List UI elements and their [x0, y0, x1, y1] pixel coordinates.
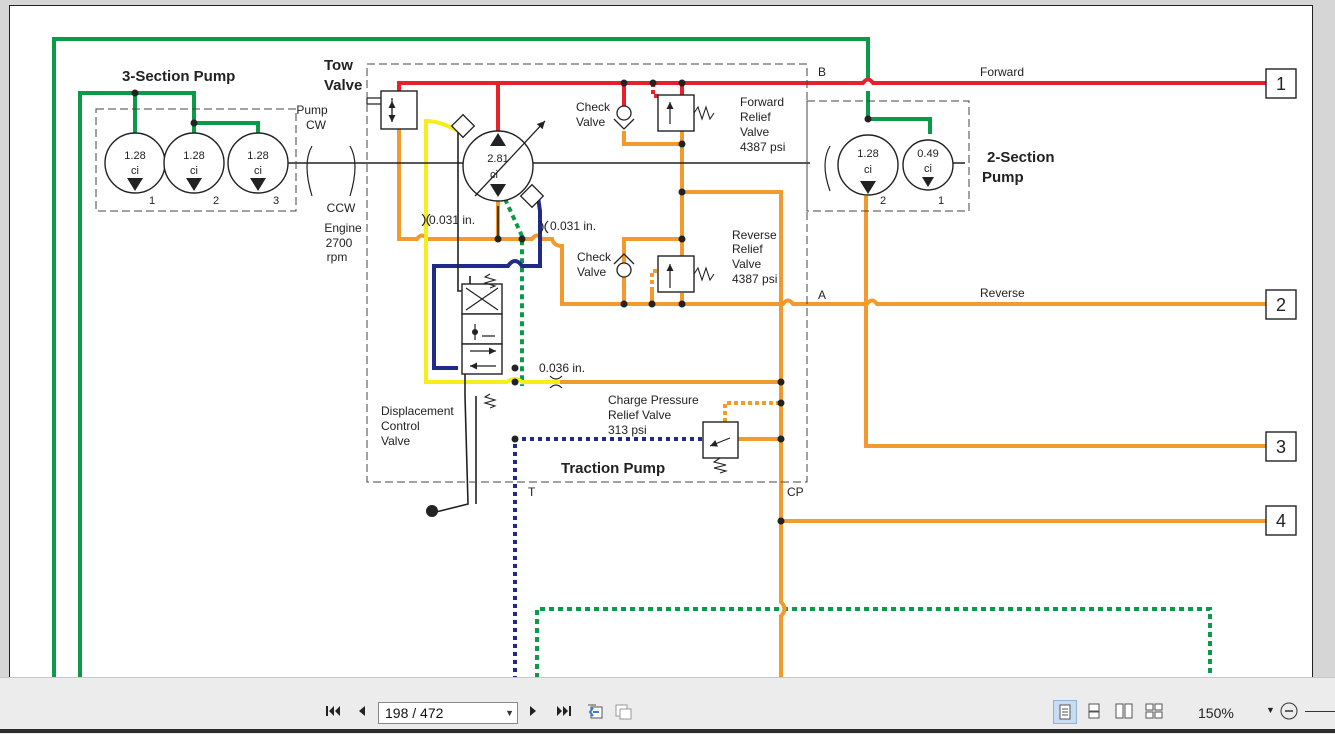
svg-text:ci: ci [490, 169, 498, 181]
svg-text:ci: ci [131, 165, 139, 177]
svg-text:Valve: Valve [740, 125, 769, 139]
svg-text:CP: CP [787, 485, 804, 499]
svg-text:Engine: Engine [324, 221, 362, 235]
svg-text:rpm: rpm [327, 250, 348, 264]
go-back-icon[interactable] [584, 700, 606, 722]
single-page-icon[interactable] [1053, 700, 1077, 724]
charge-relief-valve [702, 421, 739, 474]
document-viewer[interactable]: 1.28 ci 1.28 ci 1.28 ci 1 2 3 3-Section … [0, 0, 1335, 677]
svg-text:2: 2 [1276, 295, 1286, 315]
forward-relief-valve [657, 94, 715, 132]
svg-text:CW: CW [306, 118, 327, 132]
zoom-out-icon[interactable] [1278, 700, 1300, 722]
last-page-icon[interactable] [553, 700, 575, 722]
svg-text:Valve: Valve [577, 265, 606, 279]
svg-text:4387 psi: 4387 psi [732, 272, 777, 286]
taskbar-strip [0, 729, 1335, 733]
svg-text:2: 2 [880, 195, 886, 207]
svg-text:Relief: Relief [740, 110, 771, 124]
svg-text:0.031 in.: 0.031 in. [550, 219, 596, 233]
two-page-continuous-icon[interactable] [1143, 700, 1165, 722]
prev-page-icon[interactable] [350, 700, 372, 722]
forward-line [397, 77, 1266, 131]
first-page-icon[interactable] [322, 700, 344, 722]
svg-text:3: 3 [273, 195, 279, 207]
zoom-level[interactable]: 150% [1198, 705, 1234, 721]
pump-e-value: 0.49 [917, 148, 938, 160]
svg-text:0.036 in.: 0.036 in. [539, 361, 585, 375]
svg-text:ci: ci [190, 165, 198, 177]
hydraulic-schematic: 1.28 ci 1.28 ci 1.28 ci 1 2 3 3-Section … [52, 37, 1297, 677]
pump-b-value: 1.28 [183, 150, 204, 162]
pump-a-value: 1.28 [124, 150, 145, 162]
svg-text:Valve: Valve [381, 434, 410, 448]
svg-text:Relief Valve: Relief Valve [608, 408, 671, 422]
svg-text:0.031 in.: 0.031 in. [429, 213, 475, 227]
two-page-icon[interactable] [1113, 700, 1135, 722]
three-section-pump-title: 3-Section Pump [122, 68, 235, 85]
svg-text:Forward: Forward [740, 95, 784, 109]
pump-c-value: 1.28 [247, 150, 268, 162]
go-forward-icon[interactable] [612, 700, 634, 722]
document-page: 1.28 ci 1.28 ci 1.28 ci 1 2 3 3-Section … [9, 5, 1313, 677]
svg-text:T: T [528, 485, 536, 499]
orange-lines [397, 128, 1266, 677]
pump-d-value: 1.28 [857, 148, 878, 160]
svg-text:2700: 2700 [326, 236, 353, 250]
svg-text:A: A [818, 288, 826, 302]
zoom-dropdown-icon[interactable]: ▼ [1266, 705, 1275, 715]
viewer-toolbar: 198 / 472 ▼ 150% ▼ [0, 677, 1335, 734]
svg-text:Check: Check [576, 100, 611, 114]
svg-text:Relief: Relief [732, 242, 763, 256]
svg-text:Pump: Pump [982, 169, 1024, 186]
svg-text:1: 1 [1276, 74, 1286, 94]
output-port-2: 2 [1265, 289, 1297, 320]
svg-text:4: 4 [1276, 511, 1286, 531]
svg-text:Control: Control [381, 419, 420, 433]
traction-pump-title: Traction Pump [561, 460, 665, 477]
svg-text:Valve: Valve [732, 257, 761, 271]
chevron-down-icon[interactable]: ▼ [505, 703, 514, 723]
output-port-1: 1 [1265, 68, 1297, 99]
reverse-relief-valve [657, 255, 715, 293]
svg-text:1: 1 [149, 195, 155, 207]
svg-text:Valve: Valve [576, 115, 605, 129]
svg-text:B: B [818, 65, 826, 79]
svg-text:Pump: Pump [296, 103, 328, 117]
svg-text:Displacement: Displacement [381, 404, 454, 418]
two-section-pump: 1.28 ci 0.49 ci 2 1 2-Section Pump [837, 134, 1055, 207]
continuous-page-icon[interactable] [1083, 700, 1105, 722]
svg-text:ci: ci [924, 163, 932, 175]
next-page-icon[interactable] [523, 700, 545, 722]
svg-text:Reverse: Reverse [732, 228, 777, 242]
output-port-4: 4 [1265, 505, 1297, 536]
svg-text:Valve: Valve [324, 77, 362, 94]
output-port-3: 3 [1265, 431, 1297, 462]
reverse-label: Reverse [980, 286, 1025, 300]
svg-text:Check: Check [577, 250, 612, 264]
svg-text:CCW: CCW [327, 201, 356, 215]
traction-pump-value: 2.81 [487, 153, 508, 165]
displacement-control-valve [426, 273, 503, 517]
zoom-slider[interactable] [1305, 711, 1335, 712]
svg-text:1: 1 [938, 195, 944, 207]
page-number-input[interactable]: 198 / 472 ▼ [378, 702, 518, 724]
svg-text:Tow: Tow [324, 57, 353, 74]
forward-label: Forward [980, 65, 1024, 79]
svg-text:ci: ci [254, 165, 262, 177]
svg-text:Charge Pressure: Charge Pressure [608, 393, 699, 407]
three-section-pump: 1.28 ci 1.28 ci 1.28 ci 1 2 3 3-Section … [104, 68, 289, 207]
svg-text:4387 psi: 4387 psi [740, 140, 785, 154]
svg-text:2-Section: 2-Section [987, 149, 1055, 166]
page-indicator: 198 / 472 [385, 705, 444, 721]
tow-valve: Tow Valve [324, 57, 418, 130]
svg-text:2: 2 [213, 195, 219, 207]
svg-text:313 psi: 313 psi [608, 423, 647, 437]
svg-text:3: 3 [1276, 437, 1286, 457]
svg-text:ci: ci [864, 164, 872, 176]
